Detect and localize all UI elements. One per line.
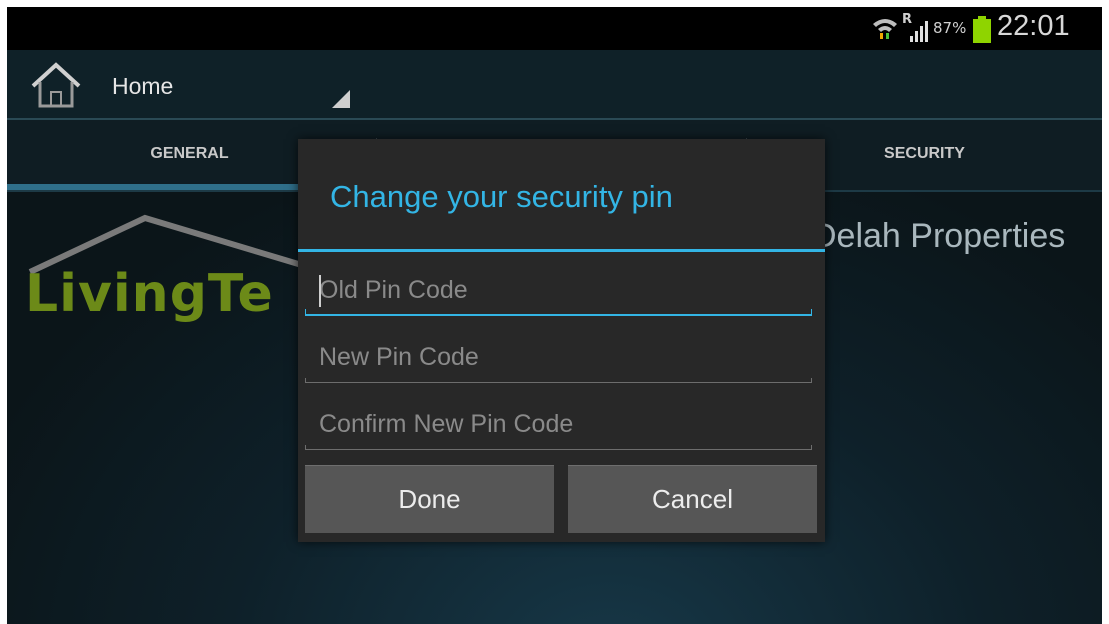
battery-icon: [973, 16, 991, 43]
clock: 22:01: [997, 10, 1070, 42]
field-edge: [305, 309, 306, 316]
home-icon[interactable]: [29, 62, 83, 108]
signal-icon: [910, 21, 928, 42]
status-bar: R 87% 22:01: [7, 7, 1102, 50]
field-edge: [305, 445, 306, 450]
text-cursor: [319, 275, 321, 307]
old-pin-field: [305, 266, 812, 316]
company-name: Delah Properties: [812, 217, 1066, 255]
confirm-pin-field: [305, 400, 812, 450]
field-edge: [811, 309, 812, 316]
field-edge: [811, 445, 812, 450]
cancel-button[interactable]: Cancel: [568, 465, 817, 533]
done-button[interactable]: Done: [305, 465, 554, 533]
action-bar-title[interactable]: Home: [112, 73, 173, 100]
field-edge: [811, 378, 812, 383]
device-screen: R 87% 22:01 Home GENERAL SECURITY Living…: [7, 7, 1102, 624]
confirm-pin-input[interactable]: [305, 400, 812, 448]
action-bar: Home: [7, 50, 1102, 120]
old-pin-input[interactable]: [305, 266, 812, 314]
field-edge: [305, 378, 306, 383]
wifi-data-icon: [873, 19, 897, 39]
field-underline: [305, 449, 812, 450]
field-underline: [305, 314, 812, 316]
new-pin-field: [305, 333, 812, 383]
change-pin-dialog: Change your security pin Done Cancel: [298, 139, 825, 542]
field-underline: [305, 382, 812, 383]
company-logo: LivingTe: [25, 264, 274, 324]
new-pin-input[interactable]: [305, 333, 812, 381]
spinner-dropdown-indicator[interactable]: [332, 90, 350, 108]
dialog-title-divider: [298, 249, 825, 252]
battery-percent: 87%: [933, 19, 967, 37]
dialog-title: Change your security pin: [330, 179, 673, 214]
